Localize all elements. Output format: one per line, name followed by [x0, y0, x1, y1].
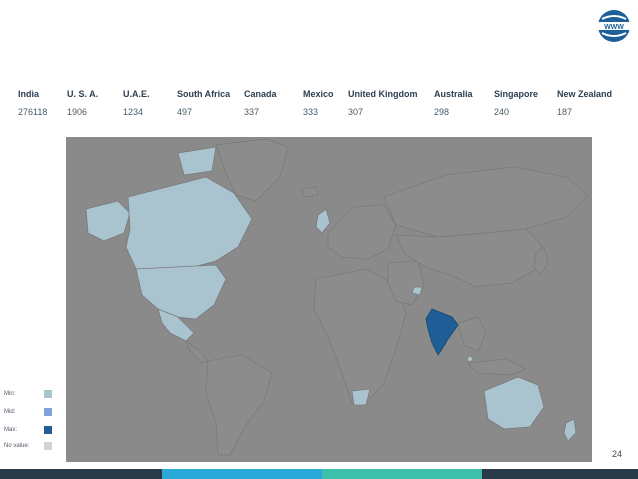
- legend-item: Max:: [4, 426, 64, 438]
- country-name: U.A.E.: [123, 89, 150, 99]
- country-name: Singapore: [494, 89, 539, 99]
- world-map: [66, 137, 592, 462]
- stat-column: Australia 298: [434, 88, 473, 118]
- footer-bar-segment: [482, 469, 638, 479]
- country-name: Australia: [434, 89, 473, 99]
- legend-swatch: [44, 426, 52, 434]
- country-value: 337: [244, 107, 260, 117]
- country-name: Mexico: [303, 89, 334, 99]
- stat-column: Singapore 240: [494, 88, 538, 118]
- stat-column: U.A.E. 1234: [123, 88, 150, 118]
- stat-column: India 276118: [18, 88, 47, 118]
- country-name: South Africa: [177, 89, 231, 99]
- stat-column: Canada 337: [244, 88, 277, 118]
- country-name: India: [18, 89, 40, 99]
- country-value: 333: [303, 107, 319, 117]
- country-name: New Zealand: [557, 89, 613, 99]
- stat-column: South Africa 497: [177, 88, 230, 118]
- stat-column: United Kingdom 307: [348, 88, 418, 118]
- country-value: 240: [494, 107, 510, 117]
- country-stats-table: India 276118 U. S. A. 1906 U.A.E. 1234 S…: [0, 0, 638, 120]
- country-name: U. S. A.: [67, 89, 99, 99]
- legend-item: Min:: [4, 390, 64, 402]
- legend-item: Mid:: [4, 408, 64, 420]
- country-value: 1234: [123, 107, 144, 117]
- legend-swatch: [44, 408, 52, 416]
- legend-label: Mid:: [4, 409, 16, 415]
- legend-label: Max:: [4, 427, 18, 433]
- country-name: Canada: [244, 89, 277, 99]
- footer-bar-segment: [0, 469, 162, 479]
- legend-swatch: [44, 442, 52, 450]
- map-region-singapore: [467, 356, 473, 362]
- legend-swatch: [44, 390, 52, 398]
- stat-column: Mexico 333: [303, 88, 334, 118]
- country-name: United Kingdom: [348, 89, 418, 99]
- country-value: 276118: [18, 107, 48, 117]
- country-value: 497: [177, 107, 193, 117]
- map-region-iceland: [301, 186, 319, 198]
- footer-bar-segment: [322, 469, 482, 479]
- footer-color-bar: [0, 469, 638, 479]
- legend-label: No value:: [4, 443, 30, 449]
- footer-bar-segment: [162, 469, 322, 479]
- legend-label: Min:: [4, 391, 16, 397]
- country-value: 1906: [67, 107, 88, 117]
- page-number: 24: [612, 449, 623, 459]
- country-value: 307: [348, 107, 364, 117]
- legend-item: No value:: [4, 442, 64, 454]
- stat-column: New Zealand 187: [557, 88, 612, 118]
- country-value: 187: [557, 107, 573, 117]
- country-value: 298: [434, 107, 450, 117]
- stat-column: U. S. A. 1906: [67, 88, 98, 118]
